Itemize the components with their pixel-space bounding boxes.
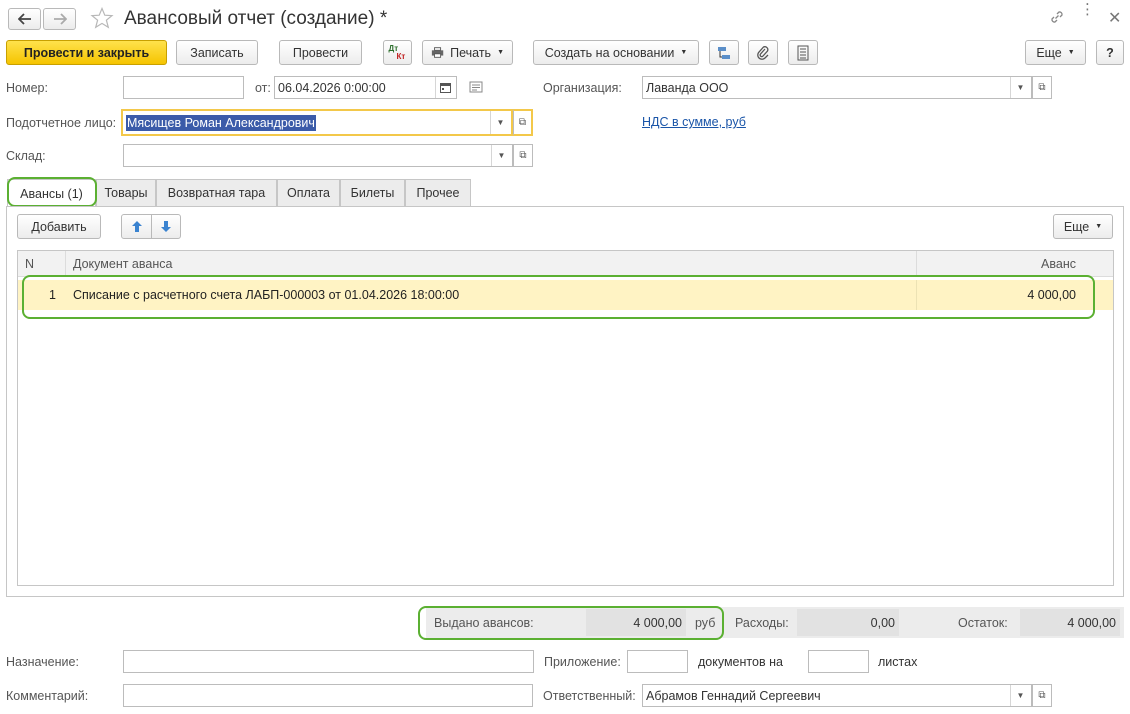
currency-label: руб [695,615,716,630]
document-list-icon [797,45,809,60]
number-label: Номер: [6,81,48,95]
column-header-document[interactable]: Документ аванса [73,251,172,277]
row-document[interactable]: Списание с расчетного счета ЛАБП-000003 … [73,280,459,310]
balance-value: 4 000,00 [1020,609,1120,636]
report-button[interactable] [788,40,818,65]
responsible-label: Ответственный: [543,689,636,703]
move-up-button[interactable] [121,214,152,239]
chevron-down-icon: ▼ [1067,49,1075,56]
attachment-sheets-input[interactable] [808,650,869,673]
date-input[interactable]: 06.04.2026 0:00:00 [274,76,457,99]
chevron-down-icon: ▼ [497,151,506,160]
accountable-person-label: Подотчетное лицо: [6,116,117,130]
more-button[interactable]: Еще ▼ [1025,40,1086,65]
link-icon[interactable] [1049,9,1065,28]
open-window-icon: ⧉ [1038,690,1046,701]
row-number: 1 [49,288,56,302]
tab-tickets[interactable]: Билеты [340,179,405,206]
responsible-dropdown-button[interactable]: ▼ [1010,685,1030,706]
tab-other[interactable]: Прочее [405,179,471,206]
table-more-button[interactable]: Еще ▼ [1053,214,1113,239]
organization-dropdown-button[interactable]: ▼ [1010,77,1030,98]
column-header-advance[interactable]: Аванс [916,251,1076,277]
organization-select[interactable]: Лаванда ООО ▼ [642,76,1032,99]
hierarchy-icon [718,46,730,59]
vat-amount-link[interactable]: НДС в сумме, руб [642,115,746,129]
chevron-down-icon: ▼ [680,49,688,56]
responsible-open-button[interactable]: ⧉ [1032,684,1052,707]
number-input[interactable] [123,76,244,99]
date-label: от: [255,81,271,95]
arrow-up-icon [131,221,142,232]
printer-icon [431,47,444,58]
responsible-select[interactable]: Абрамов Геннадий Сергеевич ▼ [642,684,1032,707]
structure-button[interactable] [709,40,739,65]
warehouse-dropdown-button[interactable]: ▼ [491,145,511,166]
purpose-label: Назначение: [6,655,79,669]
window-title: Авансовый отчет (создание) * [124,8,388,29]
documents-on-label: документов на [698,655,783,669]
accountable-person-select[interactable]: Мясищев Роман Александрович ▼ [121,109,513,136]
warehouse-open-button[interactable]: ⧉ [513,144,533,167]
close-icon[interactable]: ✕ [1108,8,1121,28]
organization-open-button[interactable]: ⧉ [1032,76,1052,99]
column-divider [65,251,66,277]
chevron-down-icon: ▼ [1095,223,1103,230]
dt-kt-button[interactable]: Дт Кт [383,40,412,65]
sheets-label: листах [878,655,918,669]
move-down-button[interactable] [151,214,181,239]
issued-advances-label: Выдано авансов: [434,615,534,630]
forward-button[interactable] [43,8,76,30]
add-row-button[interactable]: Добавить [17,214,101,239]
arrow-down-icon [161,221,171,232]
more-vertical-icon[interactable]: ⋮ [1080,2,1095,17]
tab-payment[interactable]: Оплата [277,179,340,206]
back-button[interactable] [8,8,41,30]
tab-goods[interactable]: Товары [96,179,156,206]
post-and-close-button[interactable]: Провести и закрыть [6,40,167,65]
balance-label: Остаток: [958,615,1008,630]
expenses-value: 0,00 [797,609,899,636]
accountable-person-dropdown-button[interactable]: ▼ [490,111,510,134]
calendar-icon [440,83,451,93]
create-based-on-button[interactable]: Создать на основании ▼ [533,40,699,65]
open-window-icon: ⧉ [518,117,527,128]
help-button[interactable]: ? [1096,40,1124,65]
attachment-label: Приложение: [544,655,621,669]
calendar-button[interactable] [435,77,455,98]
column-header-n[interactable]: N [25,251,34,277]
purpose-input[interactable] [123,650,534,673]
open-window-icon: ⧉ [1038,82,1046,93]
comment-label: Комментарий: [6,689,89,703]
arrow-right-icon [53,13,67,25]
arrow-left-icon [17,13,31,25]
issued-advances-value: 4 000,00 [586,609,686,636]
warehouse-select[interactable]: ▼ [123,144,513,167]
warehouse-label: Склад: [6,149,46,163]
attachment-docs-input[interactable] [627,650,688,673]
chevron-down-icon: ▼ [497,49,504,56]
attach-button[interactable] [748,40,778,65]
favorite-star-icon[interactable] [90,6,114,32]
accountable-person-open-button[interactable]: ⧉ [513,109,533,136]
expenses-label: Расходы: [735,615,789,630]
print-button[interactable]: Печать ▼ [422,40,513,65]
organization-label: Организация: [543,81,622,95]
comment-input[interactable] [123,684,533,707]
tab-advances[interactable]: Авансы (1) [7,179,96,207]
chevron-down-icon: ▼ [1016,83,1025,92]
open-window-icon: ⧉ [519,150,527,161]
paperclip-icon [757,45,769,60]
dt-kt-icon: Дт Кт [388,43,406,61]
comment-history-icon[interactable] [469,81,483,96]
row-advance-amount[interactable]: 4 000,00 [916,280,1076,310]
post-button[interactable]: Провести [279,40,362,65]
tab-returnable-packaging[interactable]: Возвратная тара [156,179,277,206]
chevron-down-icon: ▼ [496,118,505,127]
chevron-down-icon: ▼ [1016,691,1025,700]
save-button[interactable]: Записать [176,40,258,65]
